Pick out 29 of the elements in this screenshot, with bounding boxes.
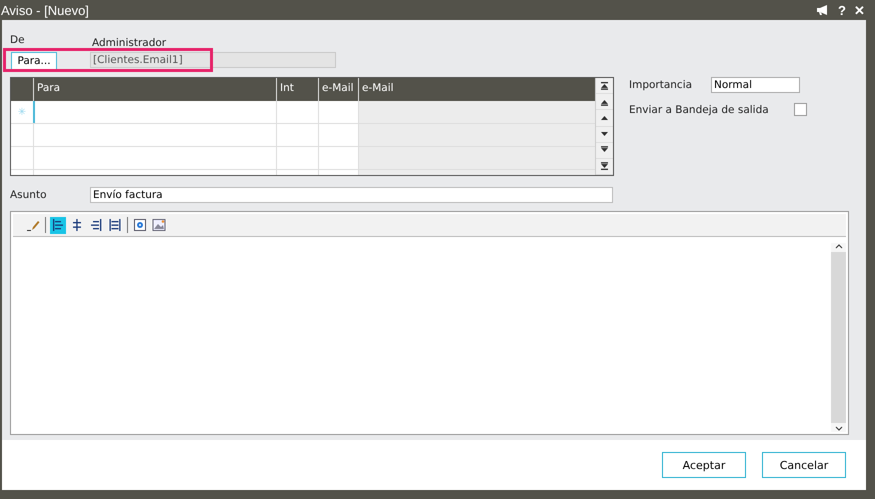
justify-button[interactable] (107, 216, 123, 234)
scroll-bottom-icon[interactable] (600, 162, 609, 170)
cancel-button[interactable]: Cancelar (762, 452, 846, 478)
outbox-checkbox[interactable] (794, 103, 807, 116)
importance-field[interactable]: Normal (711, 77, 800, 93)
new-row-marker: ✳ (18, 106, 26, 118)
sender-name: Administrador (92, 37, 166, 49)
scroll-pagedown-icon[interactable] (600, 146, 609, 154)
close-button[interactable]: ✕ (854, 2, 865, 18)
help-button[interactable]: ? (838, 2, 846, 18)
scroll-down-icon[interactable] (600, 130, 609, 138)
importance-label: Importancia (629, 79, 694, 91)
scroll-pageup-icon[interactable] (600, 98, 609, 106)
subject-label: Asunto (10, 189, 48, 201)
from-label: De (10, 34, 25, 46)
outbox-label: Enviar a Bandeja de salida (629, 104, 770, 116)
window-title: Aviso - [Nuevo] (1, 2, 89, 18)
accept-button[interactable]: Aceptar (662, 452, 746, 478)
image-settings-button[interactable] (132, 216, 148, 234)
align-right-button[interactable] (88, 216, 104, 234)
to-button[interactable]: Para... (11, 52, 57, 70)
image-button[interactable] (151, 216, 167, 234)
scroll-up-icon[interactable] (600, 114, 609, 122)
scroll-top-icon[interactable] (600, 82, 609, 90)
vertical-scrollbar[interactable] (831, 243, 846, 432)
scroll-down-icon[interactable] (834, 426, 842, 432)
scroll-up-icon[interactable] (834, 243, 842, 249)
align-left-button[interactable] (50, 216, 66, 234)
subject-field[interactable]: Envío factura (90, 187, 613, 203)
